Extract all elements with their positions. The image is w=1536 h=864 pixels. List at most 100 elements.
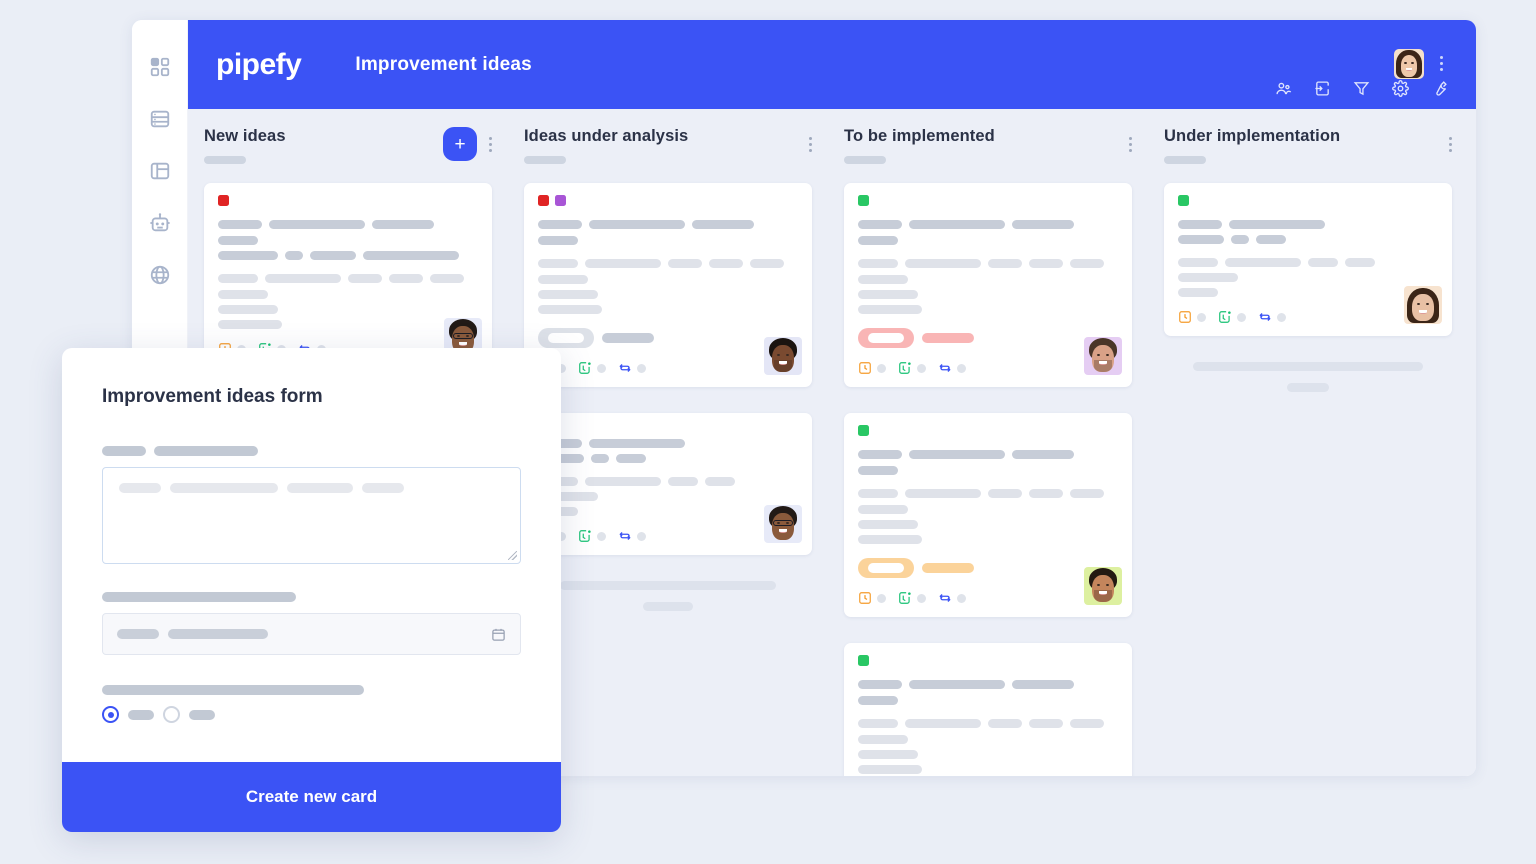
column-kebab-menu[interactable] — [809, 137, 812, 152]
description-textarea[interactable] — [102, 467, 521, 564]
column-count-placeholder — [1164, 156, 1206, 164]
tag-purple — [555, 195, 566, 206]
form-title: Improvement ideas form — [102, 386, 323, 407]
card-footer-icons — [538, 361, 798, 375]
card[interactable] — [844, 183, 1132, 387]
card-footer-icons — [1178, 310, 1438, 324]
kanban-column-to-be-implemented: To be implemented — [828, 109, 1148, 776]
radio-option-1[interactable] — [102, 706, 119, 723]
sidebar-item-database[interactable] — [149, 108, 171, 130]
card[interactable] — [524, 413, 812, 555]
column-ghost-placeholder — [1193, 362, 1423, 371]
form-body: Improvement ideas form — [62, 348, 561, 762]
card[interactable] — [524, 183, 812, 387]
tag-green — [1178, 195, 1189, 206]
calendar-icon[interactable] — [491, 627, 506, 642]
sync-blue-icon[interactable] — [618, 361, 632, 375]
page-title: Improvement ideas — [355, 53, 532, 75]
column-ghost-placeholder — [560, 581, 776, 590]
card[interactable] — [204, 183, 492, 368]
avatar[interactable] — [1394, 49, 1424, 79]
top-bar: pipefy Improvement ideas — [188, 20, 1476, 109]
column-header: New ideas + — [204, 127, 492, 183]
tag-red — [538, 195, 549, 206]
column-header: Ideas under analysis — [524, 127, 812, 183]
sync-blue-icon[interactable] — [618, 529, 632, 543]
textarea-placeholder — [119, 483, 504, 493]
card[interactable] — [844, 413, 1132, 617]
column-kebab-menu[interactable] — [1129, 137, 1132, 152]
column-count-placeholder — [524, 156, 566, 164]
card-avatar[interactable] — [764, 337, 802, 375]
column-ghost-placeholder — [643, 602, 693, 611]
resize-handle[interactable] — [508, 551, 517, 560]
column-title: Ideas under analysis — [524, 127, 689, 145]
card-avatar[interactable] — [1084, 567, 1122, 605]
radio-option-1-label — [128, 709, 154, 720]
clock-orange-icon[interactable] — [858, 361, 872, 375]
card-avatar[interactable] — [1404, 286, 1442, 324]
card-tags — [858, 195, 1118, 206]
import-inbox-icon[interactable] — [1314, 80, 1331, 97]
radio-option-2-label — [189, 709, 215, 720]
column-title: Under implementation — [1164, 127, 1341, 145]
pipefy-logo[interactable]: pipefy — [216, 48, 302, 82]
column-title: To be implemented — [844, 127, 995, 145]
card-tags — [218, 195, 478, 206]
radio-group — [102, 706, 521, 723]
kanban-column-under-implementation: Under implementation — [1148, 109, 1468, 776]
column-kebab-menu[interactable] — [489, 137, 492, 152]
sidebar-item-dashboard[interactable] — [149, 56, 171, 78]
calendar-green-icon[interactable] — [898, 591, 912, 605]
add-card-button[interactable]: + — [443, 127, 477, 161]
members-icon[interactable] — [1275, 80, 1292, 97]
date-placeholder — [117, 629, 268, 639]
sidebar-item-automations[interactable] — [149, 212, 171, 234]
calendar-green-icon[interactable] — [578, 529, 592, 543]
calendar-green-icon[interactable] — [1218, 310, 1232, 324]
calendar-green-icon[interactable] — [898, 361, 912, 375]
wrench-tools-icon[interactable] — [1431, 80, 1448, 97]
card-footer-icons — [538, 529, 798, 543]
card-pill — [538, 328, 798, 348]
card[interactable] — [844, 643, 1132, 776]
sync-blue-icon[interactable] — [1258, 310, 1272, 324]
card-tags — [858, 425, 1118, 436]
column-count-placeholder — [844, 156, 886, 164]
card-footer-icons — [858, 361, 1118, 375]
column-header: Under implementation — [1164, 127, 1452, 183]
gear-settings-icon[interactable] — [1392, 80, 1409, 97]
card-pill — [858, 328, 1118, 348]
column-kebab-menu[interactable] — [1449, 137, 1452, 152]
card-tags — [858, 655, 1118, 666]
card-avatar[interactable] — [1084, 337, 1122, 375]
textarea-field-label — [102, 446, 521, 456]
create-new-card-button[interactable]: Create new card — [62, 762, 561, 832]
card-tags — [538, 195, 798, 206]
column-ghost-placeholder — [1287, 383, 1329, 392]
sidebar-item-globe[interactable] — [149, 264, 171, 286]
sidebar-item-layout[interactable] — [149, 160, 171, 182]
filter-funnel-icon[interactable] — [1353, 80, 1370, 97]
tag-green — [858, 425, 869, 436]
column-header: To be implemented — [844, 127, 1132, 183]
card[interactable] — [1164, 183, 1452, 336]
card-avatar[interactable] — [764, 505, 802, 543]
sync-blue-icon[interactable] — [938, 591, 952, 605]
card-tags — [1178, 195, 1438, 206]
topbar-actions — [1275, 80, 1448, 97]
radio-option-2[interactable] — [163, 706, 180, 723]
calendar-green-icon[interactable] — [578, 361, 592, 375]
tag-green — [858, 655, 869, 666]
card-pill — [858, 558, 1118, 578]
sync-blue-icon[interactable] — [938, 361, 952, 375]
column-count-placeholder — [204, 156, 246, 164]
clock-orange-icon[interactable] — [1178, 310, 1192, 324]
date-input[interactable] — [102, 613, 521, 655]
tag-green — [858, 195, 869, 206]
improvement-ideas-form-modal: Improvement ideas form Create new card — [62, 348, 561, 832]
tag-red — [218, 195, 229, 206]
column-title: New ideas — [204, 127, 286, 145]
clock-orange-icon[interactable] — [858, 591, 872, 605]
topbar-kebab-menu[interactable] — [1440, 56, 1444, 71]
